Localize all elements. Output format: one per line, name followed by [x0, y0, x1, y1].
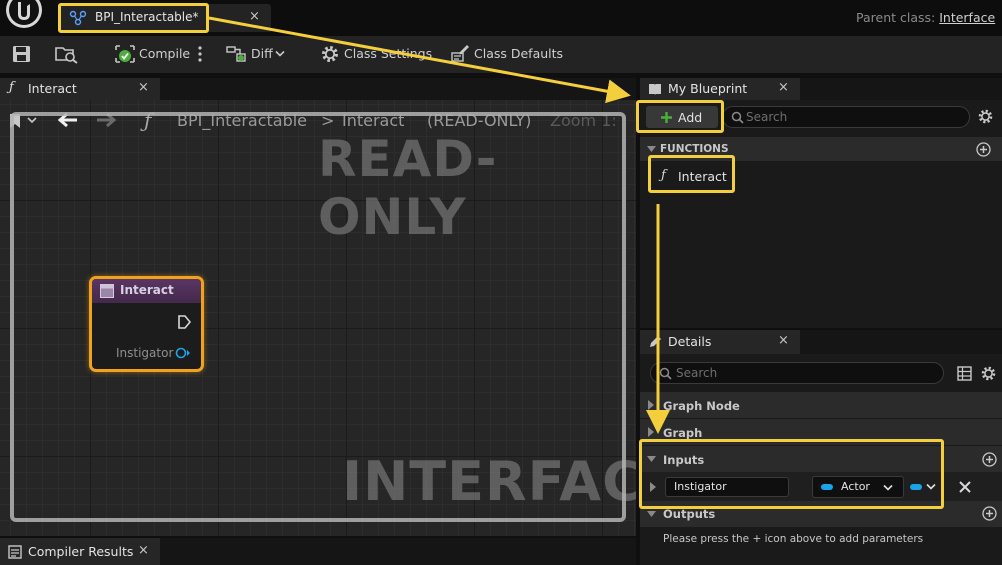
graph-tab-label: Interact	[28, 81, 77, 96]
my-blueprint-label: My Blueprint	[668, 81, 748, 96]
graph-tab-bar: ƒ Interact ×	[0, 78, 636, 100]
details-search-placeholder: Search	[676, 366, 718, 380]
collapse-arrow-icon	[647, 146, 656, 152]
graph-tab-close-icon[interactable]: ×	[138, 80, 149, 95]
functions-header-label: FUNCTIONS	[660, 143, 729, 155]
expand-arrow-icon	[648, 400, 654, 410]
parent-class: Parent class: Interface	[856, 10, 995, 25]
add-function-icon[interactable]	[976, 142, 991, 157]
details-search-input[interactable]: Search	[650, 362, 944, 384]
graph-node-label: Graph Node	[663, 399, 740, 413]
table-view-icon[interactable]	[957, 366, 972, 381]
details-tab[interactable]: Details ×	[640, 330, 800, 354]
compiler-results-close-icon[interactable]: ×	[138, 543, 149, 558]
browse-icon[interactable]	[55, 44, 79, 64]
parent-class-link[interactable]: Interface	[939, 10, 995, 25]
class-defaults-button[interactable]: Class Defaults	[474, 46, 563, 61]
remove-input-icon[interactable]	[958, 480, 972, 494]
save-icon[interactable]	[12, 45, 32, 63]
asset-tab-close-icon[interactable]: ×	[249, 9, 260, 24]
graph-node-category[interactable]: Graph Node	[640, 392, 1002, 418]
highlight-add-button	[636, 100, 724, 133]
function-icon: ƒ	[9, 80, 14, 95]
highlight-asset-tab	[58, 3, 209, 33]
search-icon	[659, 367, 672, 380]
interact-node[interactable]: Interact Instigator	[89, 276, 204, 372]
my-blueprint-close-icon[interactable]: ×	[778, 80, 789, 95]
diff-icon[interactable]	[226, 44, 248, 64]
compiler-results-label: Compiler Results	[28, 544, 134, 559]
my-blueprint-tab[interactable]: My Blueprint ×	[640, 78, 800, 100]
class-defaults-icon[interactable]	[450, 43, 470, 63]
compile-options-icon[interactable]	[196, 45, 204, 63]
instigator-pin-label: Instigator	[116, 346, 174, 360]
parent-class-label: Parent class:	[856, 10, 936, 25]
outputs-label: Outputs	[663, 507, 716, 521]
search-placeholder: Search	[746, 110, 788, 124]
chevron-down-icon[interactable]	[275, 50, 285, 58]
node-header: Interact	[92, 279, 201, 303]
highlight-function-item	[648, 155, 735, 193]
my-blueprint-panel: Add Search FUNCTIONS ƒ Interact	[640, 100, 1002, 328]
expand-arrow-icon	[648, 427, 654, 437]
my-blueprint-search-input[interactable]: Search	[722, 106, 970, 128]
compiler-results-tab[interactable]: Compiler Results ×	[0, 538, 160, 565]
details-label: Details	[668, 334, 712, 349]
graph-tab-interact[interactable]: ƒ Interact ×	[0, 78, 160, 100]
exec-pin-icon[interactable]	[177, 314, 191, 330]
book-icon	[649, 84, 661, 95]
outputs-hint: Please press the + icon above to add par…	[663, 533, 924, 545]
node-title: Interact	[120, 283, 174, 297]
collapse-arrow-icon	[647, 511, 656, 517]
compiler-results-icon	[8, 545, 22, 559]
graph-label: Graph	[663, 426, 703, 440]
add-output-icon[interactable]	[982, 506, 997, 521]
compile-button[interactable]: Compile	[139, 46, 190, 61]
diff-button[interactable]: Diff	[251, 46, 273, 61]
compiler-results-bar: Compiler Results ×	[0, 538, 636, 565]
compile-icon[interactable]	[113, 43, 137, 65]
details-tab-bar: Details ×	[640, 330, 1002, 354]
class-settings-button[interactable]: Class Settings	[344, 46, 432, 61]
gear-icon[interactable]	[320, 44, 340, 64]
my-blueprint-tab-bar: My Blueprint ×	[640, 78, 1002, 100]
highlight-inputs	[639, 439, 944, 509]
details-pencil-icon	[650, 336, 661, 347]
unreal-logo-icon[interactable]	[2, 0, 46, 34]
node-function-icon	[100, 284, 114, 298]
details-close-icon[interactable]: ×	[778, 333, 789, 348]
add-input-icon[interactable]	[982, 452, 997, 467]
toolbar: Compile Diff Class Settings Class Defaul…	[0, 36, 1002, 73]
settings-gear-icon[interactable]	[977, 108, 994, 125]
object-pin-icon[interactable]	[175, 347, 191, 359]
search-icon	[731, 111, 744, 124]
details-gear-icon[interactable]	[980, 365, 997, 382]
